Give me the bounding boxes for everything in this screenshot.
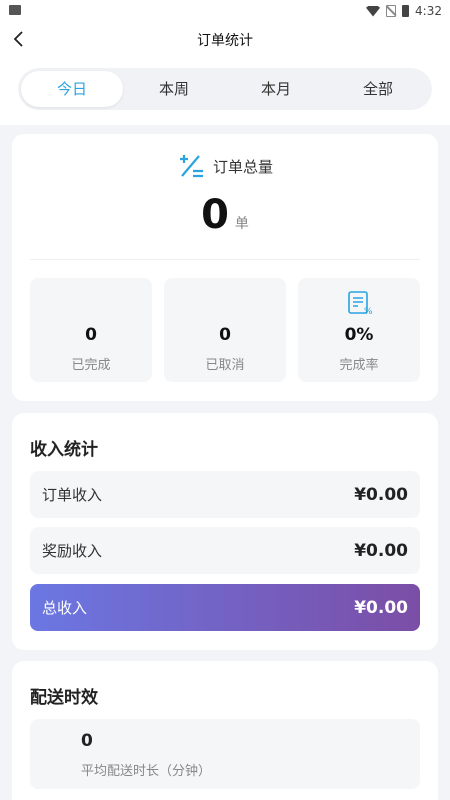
income-row-label: 订单收入 — [42, 486, 103, 504]
battery-icon — [402, 5, 410, 17]
image-notification-icon — [9, 5, 21, 15]
document-percent-icon: % — [348, 291, 373, 316]
delivery-title: 配送时效 — [30, 688, 98, 708]
app-header: 订单统计 今日 本周 本月 全部 — [0, 22, 450, 125]
page-title: 订单统计 — [197, 33, 253, 49]
delivery-card: 配送时效 0 平均配送时长（分钟） — [12, 661, 438, 800]
order-total-value: 0 — [201, 192, 229, 238]
status-time: 4:32 — [415, 4, 442, 18]
income-total-value: ¥0.00 — [354, 597, 408, 618]
stat-rate-label: 完成率 — [339, 358, 379, 373]
status-bar: 4:32 — [0, 0, 450, 22]
stat-completed-value: 0 — [85, 325, 97, 345]
income-row-label: 奖励收入 — [42, 542, 103, 560]
avg-delivery-time: 0 平均配送时长（分钟） — [30, 719, 420, 789]
tab-today[interactable]: 今日 — [21, 71, 123, 107]
period-tabs: 今日 本周 本月 全部 — [18, 68, 432, 110]
order-total-label: 订单总量 — [212, 157, 273, 176]
tab-week[interactable]: 本周 — [123, 71, 225, 107]
plus-minus-icon — [179, 155, 203, 178]
stat-rate-value: 0% — [344, 325, 374, 345]
income-row-value: ¥0.00 — [354, 484, 408, 505]
status-icons: 4:32 — [366, 2, 442, 20]
income-card: 收入统计 订单收入 ¥0.00 奖励收入 ¥0.00 总收入 ¥0.00 — [12, 413, 438, 650]
no-sim-icon — [386, 5, 397, 17]
income-row-total: 总收入 ¥0.00 — [30, 584, 420, 631]
income-title: 收入统计 — [30, 440, 98, 460]
order-total-header: 订单总量 — [12, 152, 438, 180]
order-summary-card: 订单总量 0 单 0 已完成 0 已取消 % 0% 完成率 — [12, 134, 438, 401]
avg-delivery-value: 0 — [81, 731, 93, 751]
svg-text:%: % — [364, 307, 373, 316]
income-row-value: ¥0.00 — [354, 540, 408, 561]
income-row-order: 订单收入 ¥0.00 — [30, 471, 420, 518]
stat-completed: 0 已完成 — [30, 278, 152, 382]
income-row-reward: 奖励收入 ¥0.00 — [30, 527, 420, 574]
stat-completion-rate: % 0% 完成率 — [298, 278, 420, 382]
tab-all[interactable]: 全部 — [327, 71, 429, 107]
order-total-value-group: 0 单 — [12, 192, 438, 238]
divider — [30, 259, 420, 260]
stat-cancelled-label: 已取消 — [205, 358, 245, 373]
avg-delivery-label: 平均配送时长（分钟） — [81, 764, 212, 779]
stat-completed-label: 已完成 — [71, 358, 111, 373]
order-total-unit: 单 — [234, 216, 249, 232]
wifi-icon — [366, 5, 381, 17]
income-total-label: 总收入 — [42, 599, 88, 617]
tab-month[interactable]: 本月 — [225, 71, 327, 107]
stat-cancelled: 0 已取消 — [164, 278, 286, 382]
stat-cancelled-value: 0 — [219, 325, 231, 345]
